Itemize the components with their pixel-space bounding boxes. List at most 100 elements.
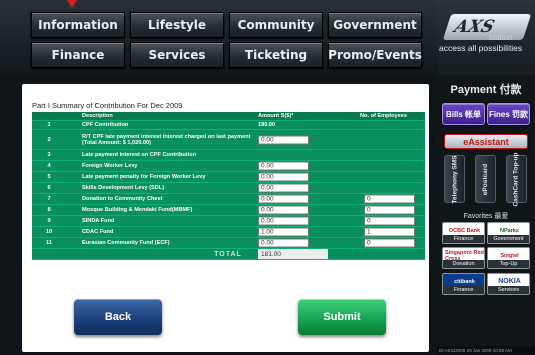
employees-input[interactable]: 0 bbox=[364, 216, 415, 226]
favorites-label: Favorites 最爱 bbox=[463, 213, 509, 220]
row-number: 3 bbox=[47, 152, 51, 158]
table-row: 8 Mosque Building & Mendaki Fund(MBMF) 0.0… bbox=[32, 205, 425, 216]
nav-services[interactable]: Services bbox=[130, 42, 224, 68]
row-number: 7 bbox=[47, 196, 51, 202]
table-row: 10 CDAC Fund 1.00 1 bbox=[32, 227, 425, 238]
row-description: R/T CPF late payment interest Interest c… bbox=[82, 133, 251, 146]
amount-input[interactable]: 0.00 bbox=[258, 161, 309, 171]
total-value: 181.00 bbox=[258, 249, 328, 259]
row-number: 4 bbox=[47, 163, 51, 169]
right-sidebar: Payment 付款 Bills 帐单 Fines 罚款 eAssistant … bbox=[437, 75, 535, 355]
cashcard-topup-button[interactable]: CashCard Top-up bbox=[506, 151, 527, 207]
nav-government[interactable]: Government bbox=[328, 12, 422, 38]
eassistant-button[interactable]: eAssistant bbox=[444, 134, 528, 149]
total-label: TOTAL bbox=[214, 250, 242, 258]
header-description: Description bbox=[82, 113, 113, 119]
telephony-sms-label: Telephony SMS bbox=[451, 155, 459, 203]
row-description: Mosque Building & Mendaki Fund(MBMF) bbox=[82, 207, 193, 213]
row-description: Eurasian Community Fund (ECF) bbox=[82, 240, 170, 246]
nav-information[interactable]: Information bbox=[31, 12, 125, 38]
brand-tagline: access all possibilities bbox=[439, 43, 523, 53]
row-description: CDAC Fund bbox=[82, 229, 114, 235]
favorite-red-cross[interactable]: Singapore Red Cross Donation bbox=[442, 247, 485, 269]
table-row: 2 R/T CPF late payment interest Interest … bbox=[32, 130, 425, 150]
back-button[interactable]: Back bbox=[74, 299, 162, 335]
row-number: 8 bbox=[47, 207, 51, 213]
employees-input[interactable]: 0 bbox=[364, 238, 415, 248]
header-amount: Amount S($)* bbox=[258, 113, 294, 119]
epostcard-button[interactable]: ePostcard bbox=[475, 155, 496, 203]
row-number: 5 bbox=[47, 174, 51, 180]
favorite-nparks[interactable]: NParks Government bbox=[487, 222, 530, 244]
table-body: 1 CPF Contribution 180.00 2 R/T CPF late pay… bbox=[32, 121, 425, 249]
favorite-singtel-caption: Top-Up bbox=[488, 260, 529, 268]
epostcard-label: ePostcard bbox=[482, 163, 489, 195]
row-description: Late payment penalty for Foreign Worker … bbox=[82, 174, 206, 180]
fines-button[interactable]: Fines 罚款 bbox=[487, 103, 530, 125]
nav-lifestyle[interactable]: Lifestyle bbox=[130, 12, 224, 38]
table-row: 7 Donation to Community Chest 0.00 0 bbox=[32, 194, 425, 205]
contribution-table: Description Amount S($)* No. of Employee… bbox=[32, 112, 425, 260]
brand-area: AXS station access all possibilities bbox=[437, 0, 535, 75]
nav-finance[interactable]: Finance bbox=[31, 42, 125, 68]
telephony-sms-button[interactable]: Telephony SMS bbox=[444, 155, 465, 203]
favorite-nokia[interactable]: NOKIA Services bbox=[487, 273, 530, 295]
brand-station-text: station bbox=[489, 33, 513, 42]
status-footer: ID:AK112006 26 Jan 2009 10:58 AM bbox=[437, 346, 535, 355]
row-number: 11 bbox=[46, 240, 52, 246]
total-row: TOTAL 181.00 bbox=[32, 249, 425, 260]
row-description: CPF Contribution bbox=[82, 122, 129, 128]
nav-community[interactable]: Community bbox=[229, 12, 323, 38]
bills-button[interactable]: Bills 帐单 bbox=[442, 103, 485, 125]
amount-input[interactable]: 0.00 bbox=[258, 183, 309, 193]
pointer-marker-icon bbox=[67, 0, 77, 8]
payment-title: Payment 付款 bbox=[450, 84, 522, 96]
amount-input[interactable]: 1.00 bbox=[258, 227, 309, 237]
row-number: 6 bbox=[47, 185, 51, 191]
amount-input[interactable]: 0.00 bbox=[258, 205, 309, 215]
favorite-singtel[interactable]: Singtel Top-Up bbox=[487, 247, 530, 269]
header-employees: No. of Employees bbox=[360, 113, 407, 119]
favorite-red-cross-caption: Donation bbox=[443, 260, 484, 268]
favorite-ocbc[interactable]: OCBC Bank Finance bbox=[442, 222, 485, 244]
row-description: Skills Development Levy (SDL) bbox=[82, 185, 165, 191]
submit-button[interactable]: Submit bbox=[298, 299, 386, 335]
favorite-ocbc-caption: Finance bbox=[443, 235, 484, 243]
amount-input[interactable]: 0.00 bbox=[258, 172, 309, 182]
nav-promo-events[interactable]: Promo/Events bbox=[328, 42, 422, 68]
nav-ticketing[interactable]: Ticketing bbox=[229, 42, 323, 68]
row-description: Donation to Community Chest bbox=[82, 196, 163, 202]
row-number: 9 bbox=[47, 218, 51, 224]
cpf-amount-value: 180.00 bbox=[258, 122, 276, 128]
table-row: 11 Eurasian Community Fund (ECF) 0.00 0 bbox=[32, 238, 425, 249]
row-number: 10 bbox=[45, 229, 53, 235]
amount-input[interactable]: 0.00 bbox=[258, 135, 309, 144]
row-description: Foreign Worker Levy bbox=[82, 163, 138, 169]
table-header-row: Description Amount S($)* No. of Employee… bbox=[32, 112, 425, 121]
top-navigation: Information Lifestyle Community Governme… bbox=[0, 0, 437, 75]
row-number: 1 bbox=[47, 122, 51, 128]
table-row: 6 Skills Development Levy (SDL) 0.00 bbox=[32, 183, 425, 194]
row-description: Late payment interest on CPF Contributio… bbox=[82, 152, 197, 158]
amount-input[interactable]: 0.00 bbox=[258, 238, 309, 248]
employees-input[interactable]: 1 bbox=[364, 227, 415, 237]
favorite-citibank-caption: Finance bbox=[443, 286, 484, 294]
row-description: SINDA Fund bbox=[82, 218, 115, 224]
table-row: 1 CPF Contribution 180.00 bbox=[32, 121, 425, 130]
cashcard-topup-label: CashCard Top-up bbox=[513, 151, 521, 207]
table-row: 3 Late payment interest on CPF Contributi… bbox=[32, 150, 425, 161]
favorite-nokia-caption: Services bbox=[488, 286, 529, 294]
amount-input[interactable]: 0.00 bbox=[258, 194, 309, 204]
table-row: 5 Late payment penalty for Foreign Worker… bbox=[32, 172, 425, 183]
employees-input[interactable]: 0 bbox=[364, 205, 415, 215]
amount-input[interactable]: 0.00 bbox=[258, 216, 309, 226]
employees-input[interactable]: 0 bbox=[364, 194, 415, 204]
contribution-form-panel: Part I Summary of Contribution For Dec 2… bbox=[22, 84, 429, 352]
table-row: 9 SINDA Fund 0.00 0 bbox=[32, 216, 425, 227]
page-title: Part I Summary of Contribution For Dec 2… bbox=[32, 101, 183, 110]
favorite-nparks-caption: Government bbox=[488, 235, 529, 243]
favorite-citibank[interactable]: citibank Finance bbox=[442, 273, 485, 295]
row-number: 2 bbox=[47, 136, 51, 143]
axs-logo: AXS bbox=[442, 14, 532, 40]
table-row: 4 Foreign Worker Levy 0.00 bbox=[32, 161, 425, 172]
